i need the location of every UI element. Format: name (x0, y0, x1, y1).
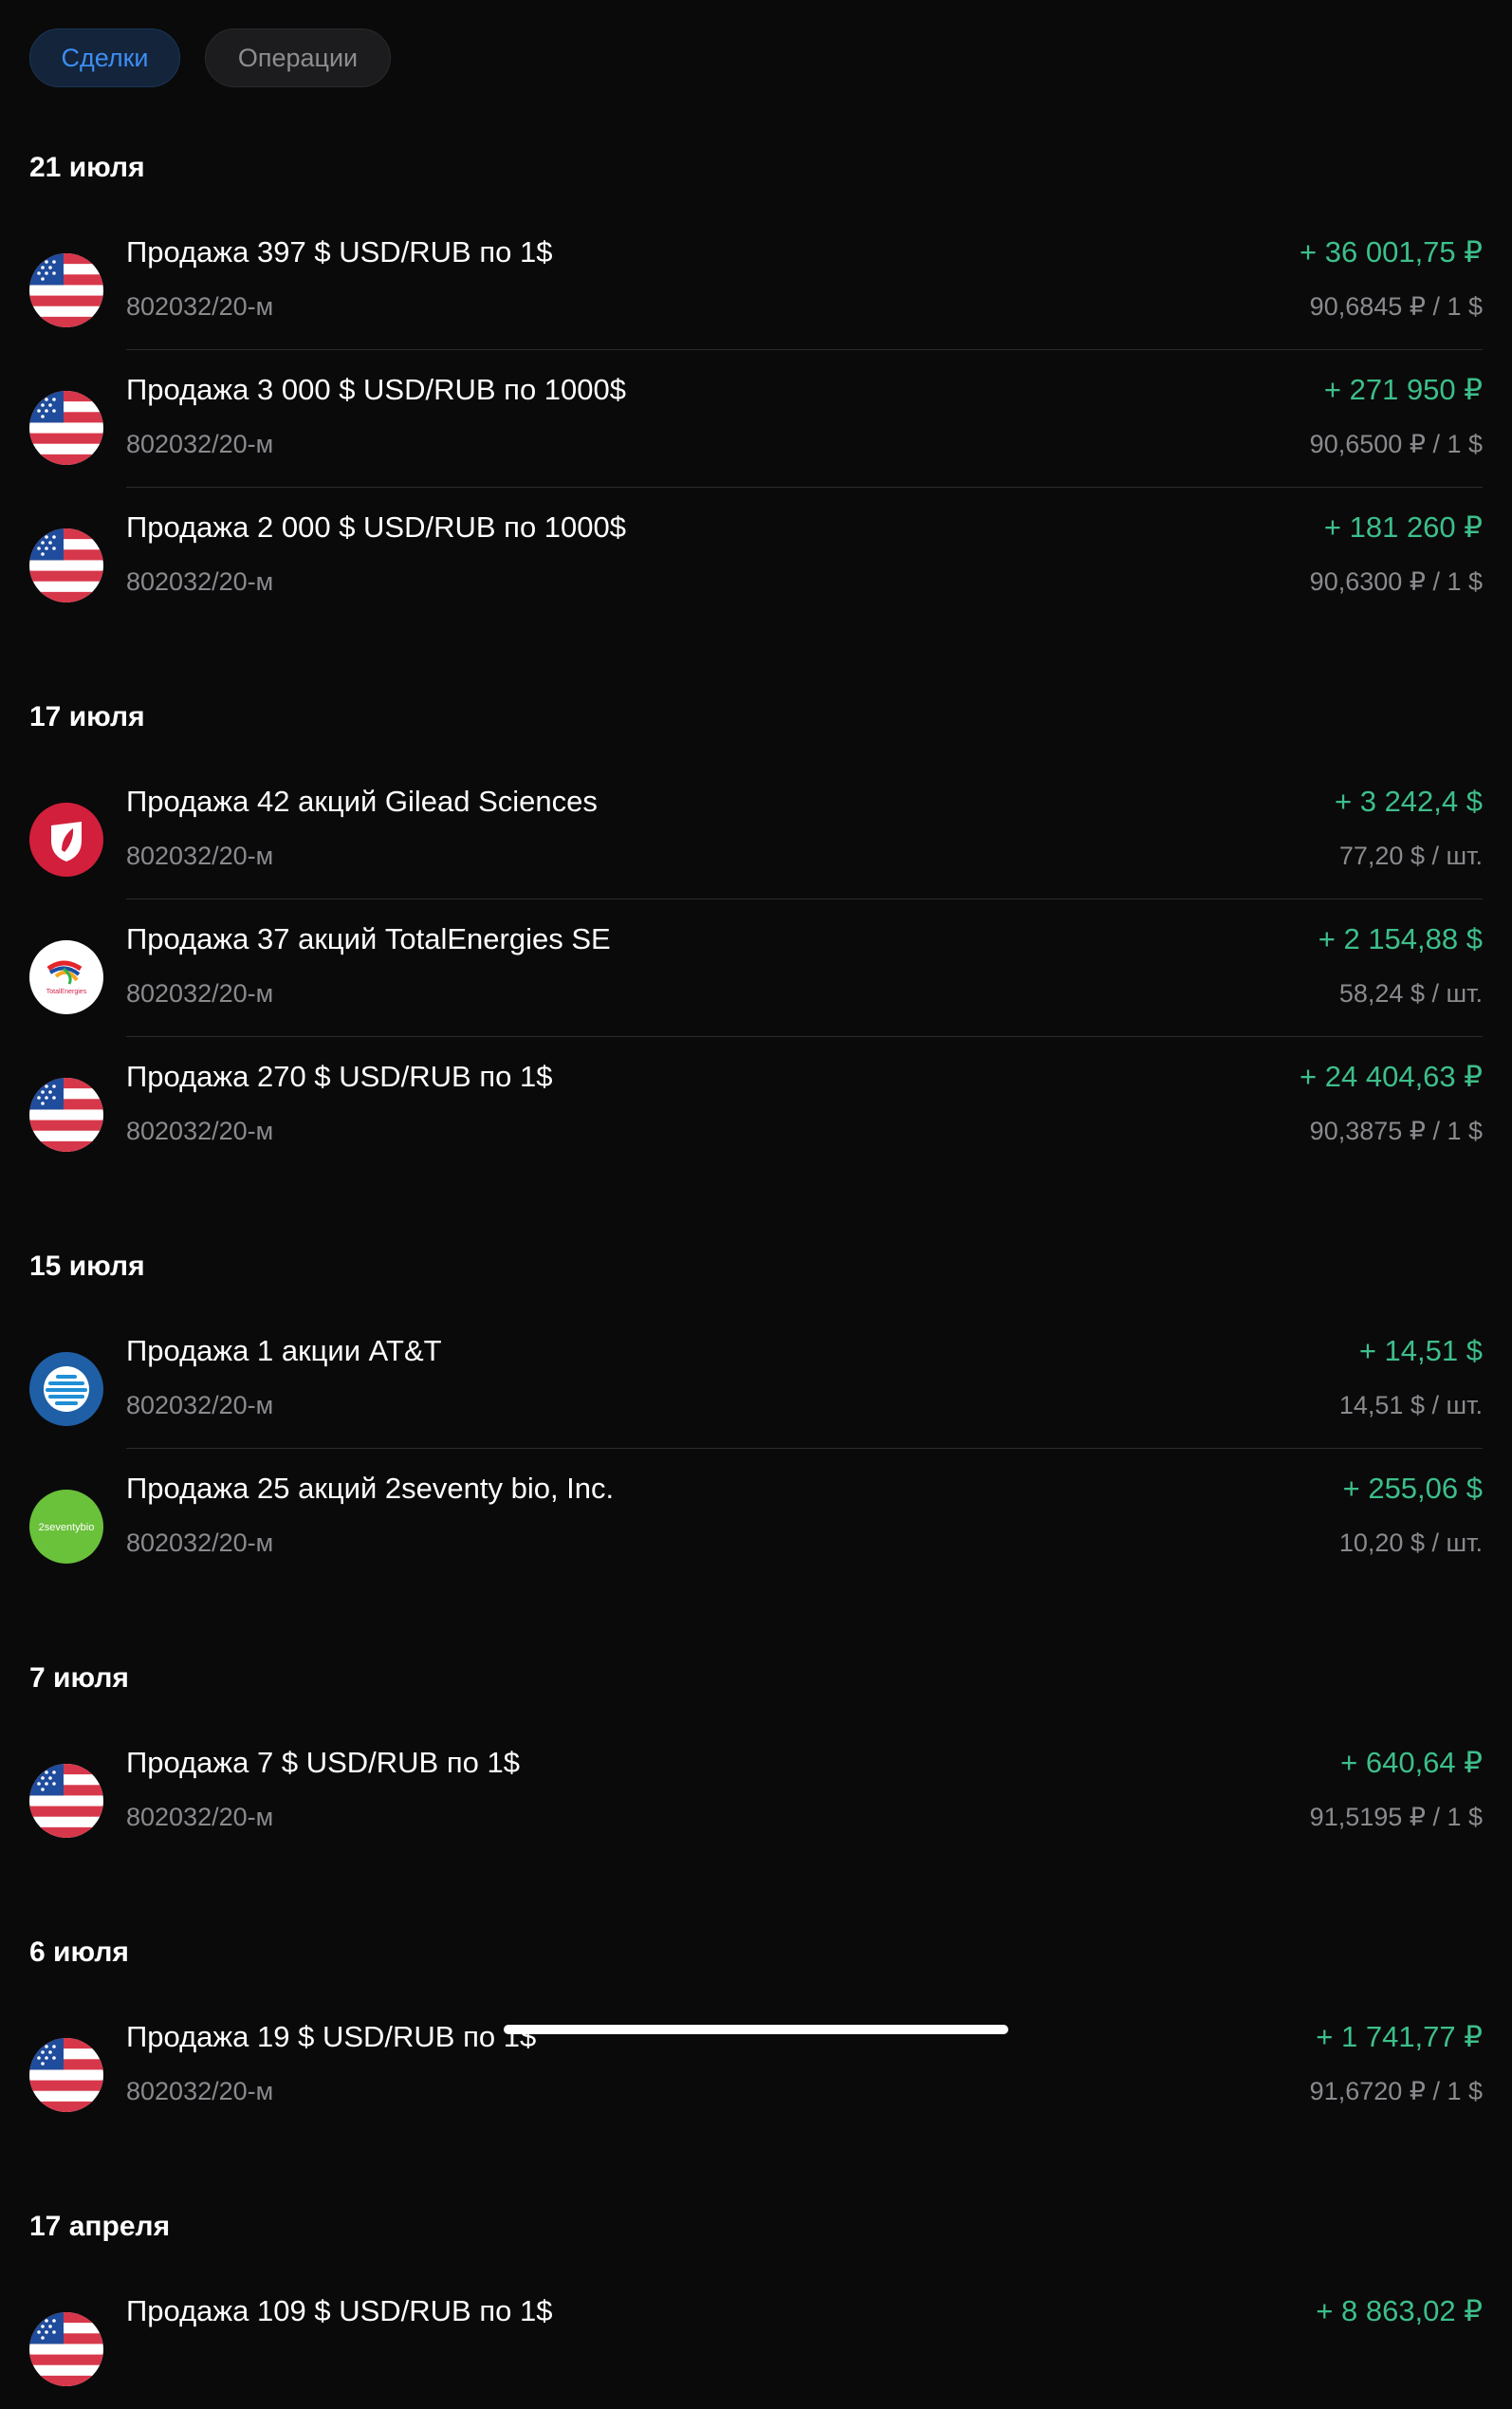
account-number: 802032/20-м (126, 1529, 274, 1557)
account-number: 802032/20-м (126, 430, 274, 458)
transaction-rate: 91,6720 ₽ / 1 $ (1309, 2077, 1483, 2105)
transaction-amount: + 3 242,4 $ (1335, 785, 1483, 818)
tab-deals[interactable]: Сделки (29, 28, 180, 87)
transaction-title: Продажа 270 $ USD/RUB по 1$ (126, 1060, 553, 1093)
transaction-title: Продажа 37 акций TotalEnergies SE (126, 922, 611, 955)
svg-text:TotalEnergies: TotalEnergies (46, 989, 87, 995)
account-number: 802032/20-м (126, 979, 274, 1008)
transaction-row[interactable]: TotalEnergies Продажа 37 акций TotalEnerg… (0, 899, 1512, 1037)
att-logo-icon (29, 1352, 103, 1426)
transaction-title: Продажа 109 $ USD/RUB по 1$ (126, 2294, 553, 2327)
transaction-amount: + 181 260 ₽ (1323, 510, 1483, 544)
transaction-amount: + 640,64 ₽ (1340, 1746, 1483, 1779)
transaction-row[interactable]: Продажа 1 акции AT&T 802032/20-м + 14,51 $… (0, 1311, 1512, 1449)
totalenergies-logo-icon: TotalEnergies (29, 940, 103, 1014)
account-number: 802032/20-м (126, 567, 274, 596)
transaction-row[interactable]: Продажа 2 000 $ USD/RUB по 1000$ 802032/2… (0, 488, 1512, 625)
transaction-row[interactable]: Продажа 19 $ USD/RUB по 1$ 802032/20-м + 1… (0, 1997, 1512, 2135)
transaction-amount: + 2 154,88 $ (1318, 922, 1483, 955)
transaction-title: Продажа 397 $ USD/RUB по 1$ (126, 235, 553, 269)
transaction-rate: 90,6845 ₽ / 1 $ (1309, 292, 1483, 321)
date-header: 17 июля (29, 701, 145, 732)
usa-flag-icon (29, 1764, 103, 1838)
gilead-logo-icon (29, 803, 103, 877)
svg-text:2seventybio: 2seventybio (39, 1522, 95, 1533)
account-number: 802032/20-м (126, 2077, 274, 2105)
transaction-amount: + 255,06 $ (1342, 1472, 1483, 1505)
transaction-row[interactable]: Продажа 7 $ USD/RUB по 1$ 802032/20-м + 64… (0, 1723, 1512, 1861)
transaction-rate: 90,3875 ₽ / 1 $ (1309, 1117, 1483, 1145)
account-number: 802032/20-м (126, 1803, 274, 1831)
account-number: 802032/20-м (126, 1117, 274, 1145)
transaction-row[interactable]: 2seventybio Продажа 25 акций 2seventy bio… (0, 1449, 1512, 1586)
tab-operations[interactable]: Операции (205, 28, 391, 87)
transactions-list: 21 июля Продажа 397 $ USD/RUB по 1$ 802032… (0, 123, 1512, 2409)
transaction-title: Продажа 25 акций 2seventy bio, Inc. (126, 1472, 615, 1505)
transaction-row[interactable]: Продажа 3 000 $ USD/RUB по 1000$ 802032/2… (0, 350, 1512, 488)
account-number: 802032/20-м (126, 292, 274, 321)
usa-flag-icon (29, 2312, 103, 2386)
transaction-rate: 77,20 $ / шт. (1338, 842, 1483, 870)
transaction-title: Продажа 1 акции AT&T (126, 1334, 442, 1367)
home-indicator (504, 2025, 1008, 2034)
transaction-amount: + 24 404,63 ₽ (1300, 1060, 1483, 1093)
transaction-rate: 91,5195 ₽ / 1 $ (1309, 1803, 1483, 1831)
transaction-amount: + 14,51 $ (1358, 1334, 1483, 1367)
transaction-rate: 10,20 $ / шт. (1338, 1529, 1483, 1557)
transaction-amount: + 36 001,75 ₽ (1300, 235, 1483, 269)
transaction-row[interactable]: Продажа 397 $ USD/RUB по 1$ 802032/20-м + … (0, 213, 1512, 350)
usa-flag-icon (29, 1078, 103, 1152)
date-header: 7 июля (29, 1662, 129, 1694)
transaction-row[interactable]: Продажа 270 $ USD/RUB по 1$ 802032/20-м + … (0, 1037, 1512, 1175)
transaction-title: Продажа 42 акций Gilead Sciences (126, 785, 598, 818)
transaction-row[interactable]: Продажа 109 $ USD/RUB по 1$ + 8 863,02 ₽ (0, 2271, 1512, 2409)
date-header: 21 июля (29, 152, 145, 183)
transaction-amount: + 271 950 ₽ (1323, 373, 1483, 406)
2seventy-logo-icon: 2seventybio (29, 1490, 103, 1564)
transaction-rate: 14,51 $ / шт. (1338, 1391, 1483, 1419)
usa-flag-icon (29, 528, 103, 602)
usa-flag-icon (29, 253, 103, 327)
transaction-rate: 90,6300 ₽ / 1 $ (1309, 567, 1483, 596)
date-header: 15 июля (29, 1251, 145, 1282)
transaction-title: Продажа 2 000 $ USD/RUB по 1000$ (126, 510, 627, 544)
transaction-title: Продажа 3 000 $ USD/RUB по 1000$ (126, 373, 627, 406)
segmented-tabs: Сделки Операции (29, 28, 391, 87)
account-number: 802032/20-м (126, 842, 274, 870)
transaction-rate: 58,24 $ / шт. (1338, 979, 1483, 1008)
transaction-amount: + 8 863,02 ₽ (1316, 2294, 1483, 2327)
date-header: 17 апреля (29, 2211, 171, 2242)
date-header: 6 июля (29, 1936, 129, 1968)
transaction-rate: 90,6500 ₽ / 1 $ (1309, 430, 1483, 458)
account-number: 802032/20-м (126, 1391, 274, 1419)
transaction-row[interactable]: Продажа 42 акций Gilead Sciences 802032/2… (0, 762, 1512, 899)
usa-flag-icon (29, 391, 103, 465)
transaction-title: Продажа 7 $ USD/RUB по 1$ (126, 1746, 520, 1779)
